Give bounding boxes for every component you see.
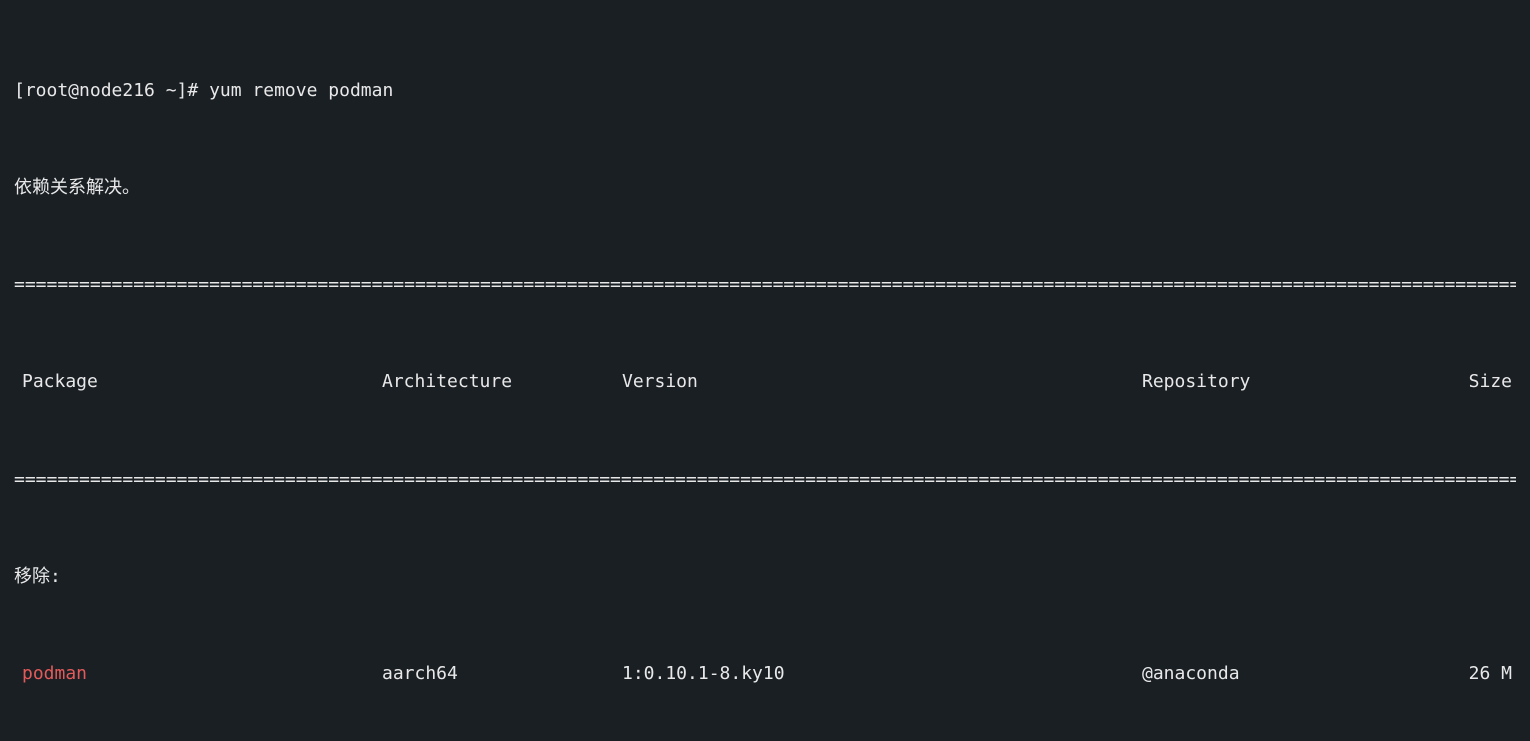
- header-size: Size: [1442, 370, 1516, 394]
- pkg-name: podman: [14, 662, 382, 686]
- header-architecture: Architecture: [382, 370, 622, 394]
- header-version: Version: [622, 370, 1142, 394]
- table-header: Package Architecture Version Repository …: [14, 370, 1516, 394]
- typed-command: yum remove podman: [209, 80, 393, 101]
- pkg-arch: aarch64: [382, 662, 622, 686]
- header-package: Package: [14, 370, 382, 394]
- terminal-output[interactable]: [root@node216 ~]# yum remove podman 依赖关系…: [0, 0, 1530, 741]
- deps-resolved: 依赖关系解决。: [14, 176, 1516, 200]
- table-row: podman aarch64 1:0.10.1-8.ky10 @anaconda…: [14, 662, 1516, 686]
- pkg-size: 26 M: [1442, 662, 1516, 686]
- pkg-repo: @anaconda: [1142, 662, 1442, 686]
- shell-prompt: [root@node216 ~]#: [14, 80, 209, 101]
- hr-double-mid: ========================================…: [14, 468, 1516, 492]
- pkg-ver: 1:0.10.1-8.ky10: [622, 662, 1142, 686]
- command-line: [root@node216 ~]# yum remove podman: [14, 79, 1516, 103]
- header-repository: Repository: [1142, 370, 1442, 394]
- hr-double-top: ========================================…: [14, 273, 1516, 297]
- section-removing: 移除:: [14, 565, 1516, 589]
